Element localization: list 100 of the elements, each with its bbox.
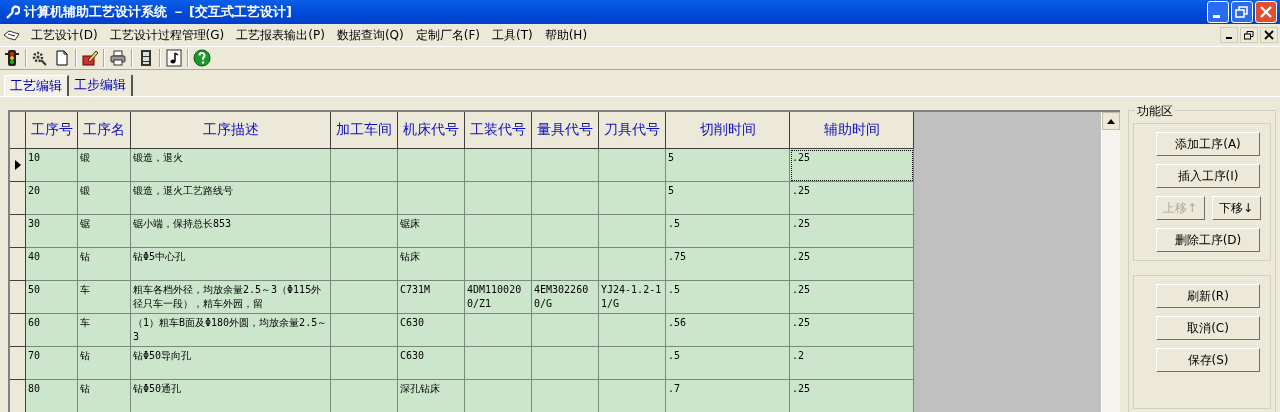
restore-button[interactable] — [1240, 27, 1258, 43]
table-cell[interactable]: 钻 — [78, 347, 131, 380]
column-header[interactable]: 辅助时间 — [790, 112, 914, 149]
table-cell[interactable] — [599, 314, 666, 347]
table-cell[interactable]: .5 — [666, 347, 790, 380]
table-cell[interactable]: 钻Φ50通孔 — [131, 380, 331, 412]
table-cell[interactable] — [465, 347, 532, 380]
document-icon[interactable] — [3, 28, 21, 42]
help-icon[interactable] — [193, 49, 211, 67]
row-header[interactable] — [10, 281, 26, 314]
table-cell[interactable]: 深孔钻床 — [398, 380, 465, 412]
row-header[interactable] — [10, 149, 26, 182]
table-cell[interactable] — [331, 248, 398, 281]
table-cell[interactable]: 车 — [78, 281, 131, 314]
table-cell[interactable]: 5 — [666, 149, 790, 182]
menu-item[interactable]: 工艺设计过程管理(G) — [103, 24, 231, 46]
column-header[interactable]: 刀具代号 — [599, 112, 666, 149]
panel-button[interactable]: 刷新(R) — [1156, 284, 1260, 308]
column-header[interactable]: 工序号 — [26, 112, 78, 149]
table-cell[interactable] — [465, 149, 532, 182]
table-cell[interactable]: 40 — [26, 248, 78, 281]
table-cell[interactable] — [331, 380, 398, 412]
printer-icon[interactable] — [109, 49, 127, 67]
table-cell[interactable]: .25 — [790, 215, 914, 248]
table-cell[interactable] — [599, 182, 666, 215]
table-cell[interactable] — [599, 347, 666, 380]
table-cell[interactable]: 粗车各档外径，均放余量2.5～3（Φ115外径只车一段），精车外园，留 — [131, 281, 331, 314]
table-cell[interactable] — [599, 380, 666, 412]
table-cell[interactable]: .7 — [666, 380, 790, 412]
menu-item[interactable]: 帮助(H) — [538, 24, 594, 46]
table-cell[interactable] — [532, 215, 599, 248]
table-cell[interactable] — [532, 149, 599, 182]
table-cell[interactable]: .5 — [666, 215, 790, 248]
table-cell[interactable] — [331, 314, 398, 347]
panel-button[interactable]: 删除工序(D) — [1156, 228, 1260, 252]
row-header[interactable] — [10, 314, 26, 347]
table-cell[interactable] — [331, 347, 398, 380]
table-cell[interactable]: 60 — [26, 314, 78, 347]
table-cell[interactable] — [398, 182, 465, 215]
table-cell[interactable]: .25 — [790, 182, 914, 215]
table-cell[interactable]: C731M — [398, 281, 465, 314]
table-cell[interactable]: 锻 — [78, 149, 131, 182]
table-cell[interactable] — [465, 248, 532, 281]
table-cell[interactable]: C630 — [398, 314, 465, 347]
table-cell[interactable]: 车 — [78, 314, 131, 347]
table-cell[interactable]: 4EM3022600/G — [532, 281, 599, 314]
scrollbar[interactable] — [1101, 112, 1120, 412]
table-cell[interactable] — [465, 182, 532, 215]
tab[interactable]: 工艺编辑 — [4, 75, 69, 96]
table-cell[interactable]: C630 — [398, 347, 465, 380]
table-cell[interactable]: 50 — [26, 281, 78, 314]
table-cell[interactable]: 10 — [26, 149, 78, 182]
menu-item[interactable]: 工艺设计(D) — [25, 24, 104, 46]
table-cell[interactable]: 锯 — [78, 215, 131, 248]
table-cell[interactable] — [599, 149, 666, 182]
table-cell[interactable]: 钻 — [78, 248, 131, 281]
table-cell[interactable]: 锻 — [78, 182, 131, 215]
table-cell[interactable]: .75 — [666, 248, 790, 281]
menu-item[interactable]: 工艺报表输出(P) — [230, 24, 331, 46]
menu-item[interactable]: 数据查询(Q) — [330, 24, 410, 46]
table-cell[interactable]: .2 — [790, 347, 914, 380]
table-cell[interactable]: 锻造，退火 — [131, 149, 331, 182]
panel-button[interactable]: 取消(C) — [1156, 316, 1260, 340]
table-cell[interactable]: .56 — [666, 314, 790, 347]
table-cell[interactable] — [331, 281, 398, 314]
page-icon[interactable] — [53, 49, 71, 67]
table-cell[interactable] — [331, 215, 398, 248]
menu-item[interactable]: 定制厂名(F) — [409, 24, 486, 46]
table-cell[interactable] — [465, 215, 532, 248]
table-cell[interactable]: .25 — [790, 380, 914, 412]
table-cell[interactable]: 锻造，退火工艺路线号 — [131, 182, 331, 215]
table-cell[interactable]: YJ24-1.2-11/G — [599, 281, 666, 314]
music-note-icon[interactable] — [165, 49, 183, 67]
table-cell[interactable]: 钻Φ5中心孔 — [131, 248, 331, 281]
column-header[interactable]: 工装代号 — [465, 112, 532, 149]
table-cell[interactable] — [465, 380, 532, 412]
panel-button[interactable]: 下移↓ — [1211, 196, 1261, 220]
table-cell[interactable]: 钻床 — [398, 248, 465, 281]
table-cell[interactable] — [599, 215, 666, 248]
row-header[interactable] — [10, 215, 26, 248]
edit-icon[interactable] — [81, 49, 99, 67]
table-cell[interactable]: .25 — [790, 314, 914, 347]
table-cell[interactable] — [532, 347, 599, 380]
table-cell[interactable] — [532, 314, 599, 347]
table-cell[interactable]: 锯床 — [398, 215, 465, 248]
table-cell[interactable] — [532, 182, 599, 215]
column-header[interactable]: 工序描述 — [131, 112, 331, 149]
table-cell[interactable]: 4DM1100200/Z1 — [465, 281, 532, 314]
table-cell[interactable] — [532, 248, 599, 281]
column-header[interactable]: 量具代号 — [532, 112, 599, 149]
table-cell[interactable]: 80 — [26, 380, 78, 412]
close-button[interactable] — [1260, 27, 1278, 43]
panel-button[interactable]: 插入工序(I) — [1156, 164, 1260, 188]
table-cell[interactable]: 钻 — [78, 380, 131, 412]
column-header[interactable]: 切削时间 — [666, 112, 790, 149]
table-cell[interactable] — [465, 314, 532, 347]
panel-button[interactable]: 添加工序(A) — [1156, 132, 1260, 156]
table-cell[interactable] — [532, 380, 599, 412]
table-cell[interactable]: .25 — [790, 149, 914, 182]
table-cell[interactable]: 30 — [26, 215, 78, 248]
